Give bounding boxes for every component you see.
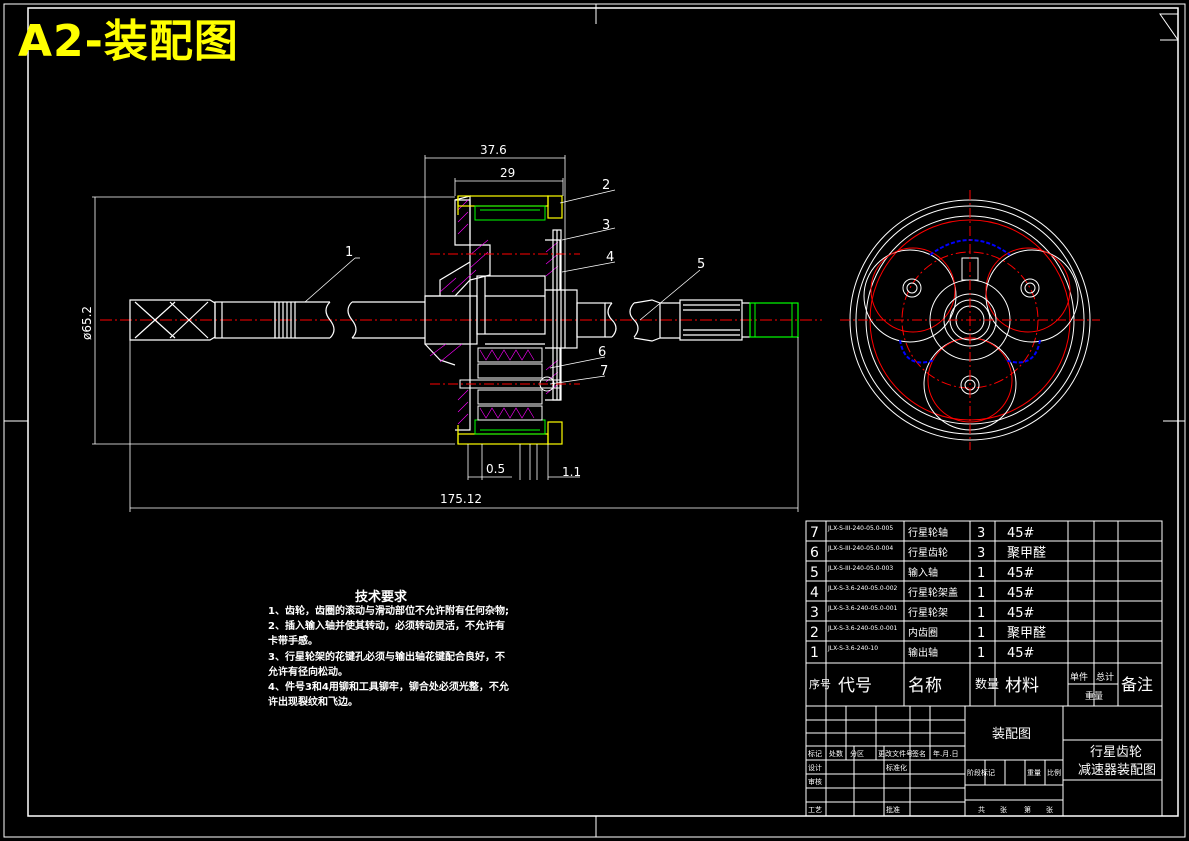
stage-col-1: 重量 bbox=[1027, 769, 1041, 777]
tech-item: 2、插入输入轴并使其转动，必须转动灵活，不允许有 bbox=[268, 621, 505, 633]
bom-header-material: 材料 bbox=[1005, 676, 1039, 696]
sheet-col-3: 张 bbox=[1046, 805, 1053, 814]
bom-row-name: 行星轮架盖 bbox=[908, 586, 958, 599]
bom-row-no: 3 bbox=[810, 605, 819, 621]
bom-row-material: 45# bbox=[1007, 526, 1034, 541]
bom-header-remark: 备注 bbox=[1121, 675, 1153, 694]
tech-item: 4、件号3和4用铆和工具铆牢，铆合处必须光整，不允 bbox=[268, 682, 509, 694]
bom-row-name: 输出轴 bbox=[908, 646, 938, 659]
bom-header-qty: 数量 bbox=[975, 676, 999, 691]
sheet-col-1: 张 bbox=[1000, 805, 1007, 814]
dimension-texts: 37.6 29 ø65.2 0.5 1.1 175.12 bbox=[80, 143, 581, 506]
balloon-4: 4 bbox=[606, 250, 614, 265]
side-view bbox=[840, 190, 1100, 450]
tech-requirements-title: 技术要求 bbox=[355, 590, 408, 605]
dim-175-12: 175.12 bbox=[440, 492, 482, 506]
bom-row-name: 内齿圈 bbox=[908, 626, 938, 639]
bom-row-name: 输入轴 bbox=[908, 566, 938, 579]
stage-col-0: 阶段标记 bbox=[967, 768, 995, 777]
tech-requirements-list: 1、齿轮，齿圈的滚动与滑动部位不允许附有任何杂物; 2、插入输入轴并使其转动，必… bbox=[268, 604, 548, 710]
role-process: 工艺 bbox=[808, 806, 822, 814]
role-approve: 批准 bbox=[886, 805, 900, 814]
bom-row-material: 45# bbox=[1007, 606, 1034, 621]
drawing-name-line1: 行星齿轮 bbox=[1090, 745, 1142, 760]
dim-37-6: 37.6 bbox=[480, 143, 507, 157]
drawing-name-line2: 减速器装配图 bbox=[1078, 763, 1156, 778]
bom-row-material: 45# bbox=[1007, 646, 1034, 661]
title-block bbox=[805, 705, 1163, 817]
bom-row-material: 聚甲醛 bbox=[1007, 625, 1046, 641]
stage-col-2: 比例 bbox=[1047, 768, 1061, 777]
sheet-col-0: 共 bbox=[978, 805, 985, 814]
part-balloons: 1 2 3 4 5 6 7 bbox=[345, 178, 705, 379]
rev-col-1: 处数 bbox=[829, 749, 843, 758]
outer-border bbox=[3, 3, 1186, 838]
bom-row-name: 行星轮架 bbox=[908, 606, 948, 619]
planet-carrier bbox=[424, 195, 606, 431]
balloon-2: 2 bbox=[602, 178, 610, 193]
bom-row-name: 行星轮轴 bbox=[908, 526, 948, 539]
bom-row-qty: 3 bbox=[977, 546, 985, 561]
bom-row-code: JLX-S-3.6-240-05.0-002 bbox=[827, 585, 898, 592]
bom-row-code: JLX-S-III-240-05.0-005 bbox=[827, 525, 893, 532]
assembly-drawing-sheet: 37.6 29 ø65.2 0.5 1.1 175.12 1 2 3 4 5 6… bbox=[3, 3, 1186, 838]
bom-row-no: 2 bbox=[810, 625, 819, 641]
bom-row-code: JLX-S-III-240-05.0-004 bbox=[827, 545, 893, 552]
bom-header-name: 名称 bbox=[908, 676, 942, 696]
drawing-type: 装配图 bbox=[992, 727, 1031, 742]
bom-row-material: 45# bbox=[1007, 586, 1034, 601]
bom-header-code: 代号 bbox=[838, 676, 872, 696]
bom-row-no: 7 bbox=[810, 525, 819, 541]
rev-col-3: 更改文件号 bbox=[878, 749, 913, 758]
role-check: 审核 bbox=[808, 777, 822, 786]
bom-row-material: 聚甲醛 bbox=[1007, 545, 1046, 561]
bom-row-qty: 1 bbox=[977, 606, 985, 621]
bom-row-code: JLX-S-3.6-240-05.0-001 bbox=[827, 605, 898, 612]
bom-row-no: 1 bbox=[810, 645, 819, 661]
balloon-7: 7 bbox=[600, 364, 608, 379]
bom-row-material: 45# bbox=[1007, 566, 1034, 581]
tech-item: 3、行星轮架的花键孔必须与输出轴花键配合良好，不 bbox=[268, 651, 505, 663]
dimension-lines bbox=[92, 155, 799, 512]
section-view bbox=[92, 155, 822, 512]
sheet-col-2: 第 bbox=[1024, 805, 1031, 814]
balloon-3: 3 bbox=[602, 218, 610, 233]
bom-row-qty: 1 bbox=[977, 626, 985, 641]
bom-row-name: 行星齿轮 bbox=[908, 546, 948, 559]
tech-item: 允许有径向松动。 bbox=[268, 666, 348, 678]
sheet-title: A2-装配图 bbox=[18, 16, 239, 67]
bom-row-code: JLX-S-3.6-240-10 bbox=[827, 645, 878, 652]
bom-row-qty: 1 bbox=[977, 566, 985, 581]
bom-header-unit-weight: 单件 bbox=[1070, 671, 1088, 683]
role-design: 设计 bbox=[808, 763, 822, 772]
bom-row-qty: 1 bbox=[977, 646, 985, 661]
rev-col-5: 年.月.日 bbox=[933, 749, 958, 758]
bom-header-weight: 重量 bbox=[1085, 690, 1103, 702]
tech-item: 1、齿轮，齿圈的滚动与滑动部位不允许附有任何杂物; bbox=[268, 606, 509, 617]
rev-col-0: 标记 bbox=[808, 749, 822, 758]
balloon-1: 1 bbox=[345, 245, 353, 260]
bom-header: 序号 代号 名称 数量 材料 单件 总计 重量 备注 bbox=[809, 671, 1153, 702]
bom-row-no: 5 bbox=[810, 565, 819, 581]
rev-col-2: 分区 bbox=[850, 749, 864, 758]
bom-row-qty: 1 bbox=[977, 586, 985, 601]
role-standard: 标准化 bbox=[886, 763, 907, 772]
bom-header-no: 序号 bbox=[809, 677, 831, 691]
dim-0-5: 0.5 bbox=[486, 462, 505, 476]
dim-1-1: 1.1 bbox=[562, 465, 581, 479]
bom-row-code: JLX-S-III-240-05.0-003 bbox=[827, 565, 893, 572]
dim-diameter: ø65.2 bbox=[80, 306, 94, 340]
bom-row-no: 4 bbox=[810, 585, 819, 601]
rev-col-4: 签名 bbox=[912, 749, 926, 758]
bom-row-qty: 3 bbox=[977, 526, 985, 541]
dim-29: 29 bbox=[500, 166, 515, 180]
balloon-6: 6 bbox=[598, 345, 606, 360]
tech-item: 卡带手感。 bbox=[268, 636, 318, 648]
balloon-5: 5 bbox=[697, 257, 705, 272]
bom-row-no: 6 bbox=[810, 545, 819, 561]
bom-header-total-weight: 总计 bbox=[1096, 671, 1114, 683]
bom-row-code: JLX-S-3.6-240-05.0-001 bbox=[827, 625, 898, 632]
tech-item: 许出现裂纹和飞边。 bbox=[268, 697, 358, 709]
